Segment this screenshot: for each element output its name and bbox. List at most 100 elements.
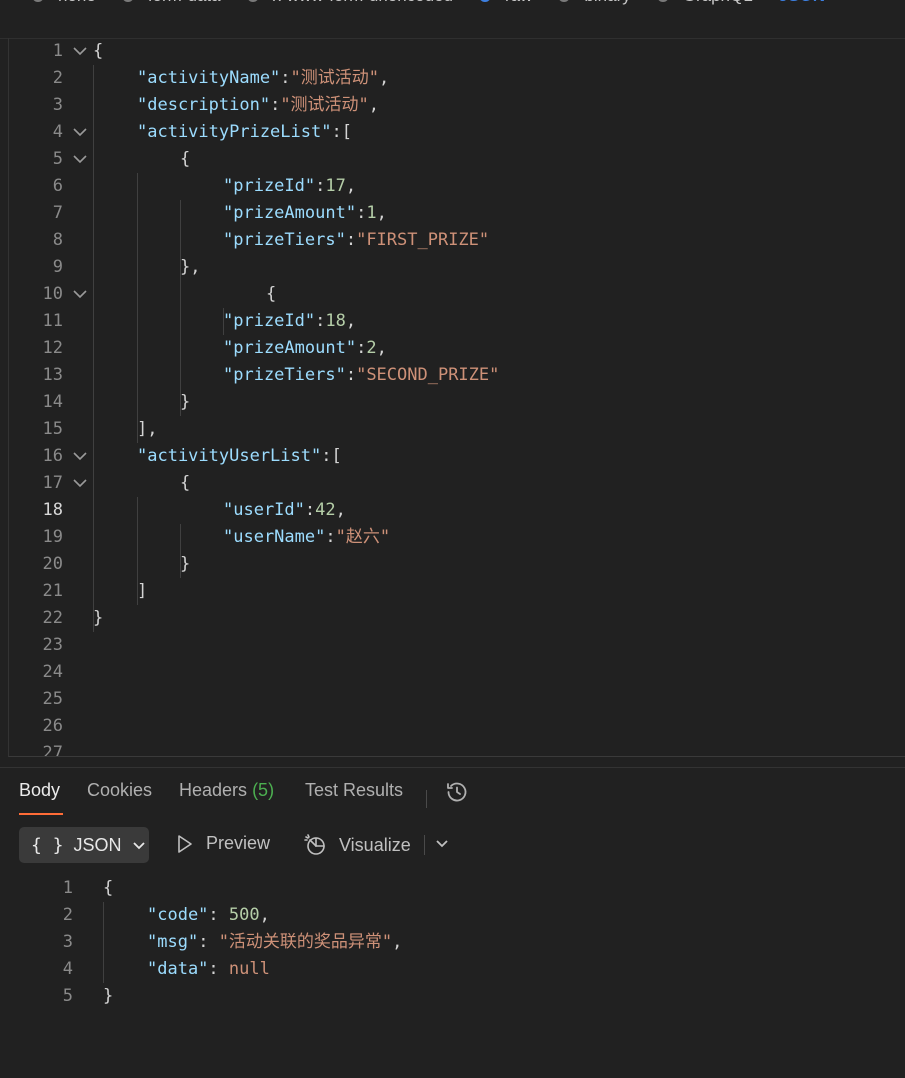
visualize-button[interactable]: Visualize: [303, 833, 411, 857]
json-punctuation: }: [103, 986, 114, 1006]
body-type-bar: none form-data x-www-form-urlencoded raw bin…: [0, 0, 905, 39]
editor-line[interactable]: 16 "activityUserList":[: [9, 443, 905, 470]
fold-chevron-icon[interactable]: [72, 38, 88, 65]
radio-label: form-data: [148, 0, 221, 6]
editor-line[interactable]: 5{: [9, 146, 905, 173]
body-type-radio-form-data[interactable]: form-data: [121, 0, 221, 6]
raw-type-dropdown[interactable]: JSON: [779, 0, 825, 6]
code-text: "msg": "活动关联的奖品异常",: [147, 929, 402, 956]
json-punctuation: ,: [259, 905, 270, 925]
json-punctuation: ]: [137, 581, 148, 601]
editor-line[interactable]: 21]: [9, 578, 905, 605]
preview-button[interactable]: Preview: [176, 833, 270, 854]
tab-test-results[interactable]: Test Results: [305, 780, 403, 801]
line-number: 4: [62, 959, 73, 979]
body-type-radio-binary[interactable]: binary: [558, 0, 631, 6]
toolbar-divider: [424, 835, 425, 855]
json-punctuation: ,: [376, 203, 387, 223]
fold-chevron-icon[interactable]: [72, 470, 88, 497]
tab-cookies[interactable]: Cookies: [87, 780, 152, 801]
indent-guide: [103, 902, 104, 983]
body-type-radio-x-www-form-urlencoded[interactable]: x-www-form-urlencoded: [246, 0, 453, 6]
editor-line[interactable]: 2 "activityName":"测试活动",: [9, 65, 905, 92]
editor-line[interactable]: 26: [9, 713, 905, 740]
editor-line[interactable]: 10 {: [9, 281, 905, 308]
fold-chevron-icon[interactable]: [72, 443, 88, 470]
editor-line[interactable]: 15],: [9, 416, 905, 443]
editor-line[interactable]: 4 "activityPrizeList":[: [9, 119, 905, 146]
editor-line[interactable]: 6 "prizeId":17,: [9, 173, 905, 200]
editor-line[interactable]: 19 "userName":"赵六": [9, 524, 905, 551]
json-punctuation: :: [321, 446, 332, 466]
json-punctuation: [: [341, 122, 352, 142]
code-text: ],: [137, 416, 157, 443]
line-number: 1: [62, 878, 73, 898]
code-text: "prizeAmount":2,: [223, 335, 387, 362]
line-number: 12: [42, 338, 63, 358]
editor-line[interactable]: 17 {: [9, 470, 905, 497]
line-number: 5: [52, 149, 63, 169]
line-number: 1: [52, 41, 63, 61]
response-format-dropdown[interactable]: { } JSON: [19, 827, 149, 863]
json-key: "prizeId": [223, 311, 316, 331]
json-punctuation: [208, 932, 218, 952]
editor-line[interactable]: 24: [9, 659, 905, 686]
code-text: "prizeAmount":1,: [223, 200, 387, 227]
radio-indicator-icon: [121, 0, 134, 2]
code-text: {: [180, 470, 190, 497]
json-punctuation: :: [331, 122, 342, 142]
editor-line[interactable]: 9},: [9, 254, 905, 281]
line-number: 10: [42, 284, 63, 304]
editor-line[interactable]: 27: [9, 740, 905, 756]
line-number: 5: [62, 986, 73, 1006]
code-text: "userName":"赵六": [223, 524, 390, 551]
line-number: 4: [52, 122, 63, 142]
line-number: 3: [62, 932, 73, 952]
code-text: {: [180, 146, 190, 173]
code-text: {: [266, 281, 276, 308]
editor-line[interactable]: 18 "userId":42,: [9, 497, 905, 524]
editor-line[interactable]: 1{: [9, 38, 905, 65]
line-number: 11: [42, 311, 63, 331]
tab-body[interactable]: Body: [19, 780, 60, 801]
json-punctuation: :: [280, 68, 291, 88]
code-text: "prizeTiers":"SECOND_PRIZE": [223, 362, 499, 389]
editor-line[interactable]: 25: [9, 686, 905, 713]
body-type-radio-raw[interactable]: raw: [479, 0, 532, 6]
body-type-radio-none[interactable]: none: [32, 0, 96, 6]
line-number: 6: [52, 176, 63, 196]
body-type-radio-graphql[interactable]: GraphQL: [656, 0, 753, 6]
visualize-chevron-down-icon[interactable]: [434, 837, 450, 855]
editor-line[interactable]: 22}: [9, 605, 905, 632]
editor-line[interactable]: 23: [9, 632, 905, 659]
fold-chevron-icon[interactable]: [72, 281, 88, 308]
code-text: "description":"测试活动",: [137, 92, 379, 119]
line-number: 7: [52, 203, 63, 223]
history-icon[interactable]: [445, 780, 469, 809]
fold-chevron-icon[interactable]: [72, 146, 88, 173]
code-text: ]: [137, 578, 147, 605]
indent-guide: [180, 200, 181, 416]
editor-line[interactable]: 8 "prizeTiers":"FIRST_PRIZE": [9, 227, 905, 254]
json-key: "prizeAmount": [223, 203, 357, 223]
response-body-viewer[interactable]: 1{2 "code": 500, 3 "msg": "活动关联的奖品异常", 4 "dat…: [0, 875, 905, 1075]
editor-line[interactable]: 3 "description":"测试活动",: [9, 92, 905, 119]
editor-line[interactable]: 13 "prizeTiers":"SECOND_PRIZE": [9, 362, 905, 389]
editor-line[interactable]: 11 "prizeId":18,: [9, 308, 905, 335]
json-punctuation: }: [180, 554, 191, 574]
editor-line[interactable]: 7 "prizeAmount":1,: [9, 200, 905, 227]
editor-line[interactable]: 14}: [9, 389, 905, 416]
code-text: "data": null: [147, 956, 270, 983]
code-text: },: [180, 254, 200, 281]
code-text: "prizeTiers":"FIRST_PRIZE": [223, 227, 489, 254]
code-text: {: [103, 875, 113, 902]
editor-line[interactable]: 20}: [9, 551, 905, 578]
line-number: 14: [42, 392, 63, 412]
json-key: "activityUserList": [137, 446, 322, 466]
json-key: "prizeTiers": [223, 365, 346, 385]
editor-line[interactable]: 12 "prizeAmount":2,: [9, 335, 905, 362]
indent-guide: [223, 308, 224, 335]
request-body-editor[interactable]: 1{2 "activityName":"测试活动", 3 "description":…: [8, 38, 905, 757]
fold-chevron-icon[interactable]: [72, 119, 88, 146]
tab-headers[interactable]: Headers (5): [179, 780, 274, 801]
